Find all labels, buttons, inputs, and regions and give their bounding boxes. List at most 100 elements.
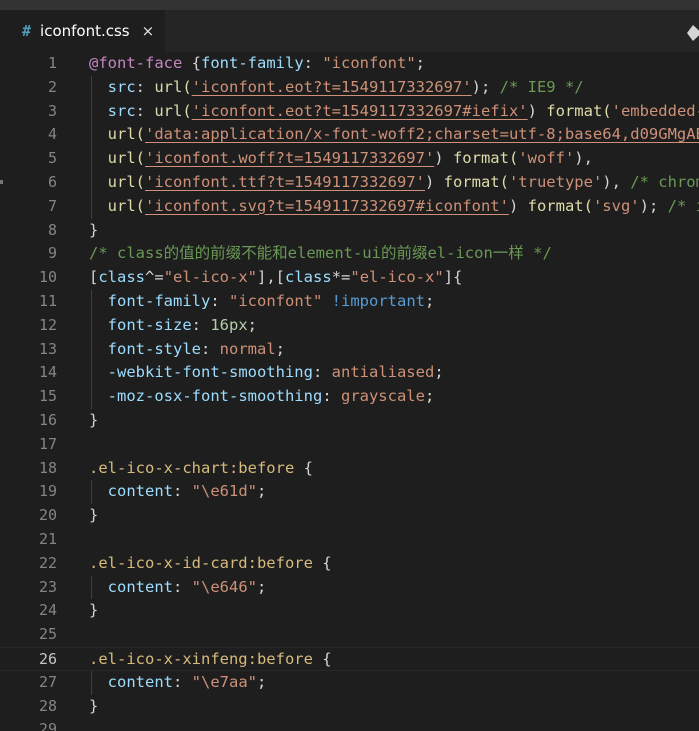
code-line[interactable]: 26 .el-ico-x-xinfeng:before { bbox=[0, 647, 699, 671]
code-line[interactable]: 28} bbox=[0, 695, 699, 719]
token: font-family bbox=[201, 54, 304, 72]
token: grayscale bbox=[340, 387, 425, 406]
code-line[interactable]: 27 content: "\e7aa"; bbox=[0, 671, 699, 695]
line-number: 22 bbox=[38, 553, 57, 572]
token: "el-ico-x" bbox=[350, 268, 444, 287]
token: } bbox=[89, 411, 99, 429]
token: url( bbox=[154, 101, 192, 120]
code-text: } bbox=[89, 504, 98, 528]
tab-strip: # iconfont.css × bbox=[0, 10, 699, 52]
line-number: 2 bbox=[47, 77, 57, 96]
code-line[interactable]: 25 bbox=[0, 623, 699, 647]
token: .el-ico-x-xinfeng:before bbox=[89, 650, 313, 668]
line-number: 4 bbox=[47, 125, 57, 144]
token: antialiased bbox=[331, 363, 435, 382]
code-line[interactable]: 11 font-family: "iconfont" !important; bbox=[0, 290, 699, 314]
token: ) bbox=[527, 101, 547, 120]
token: : bbox=[312, 363, 332, 382]
code-line[interactable]: 4 url('data:application/x-font-woff2;cha… bbox=[0, 123, 699, 147]
token: ; bbox=[257, 672, 267, 691]
token: -moz-osx-font-smoothing bbox=[107, 387, 323, 406]
code-editor[interactable]: 1 @font-face {font-family: "iconfont"; 2 s… bbox=[0, 52, 699, 731]
code-text: -webkit-font-smoothing: antialiased; bbox=[89, 361, 444, 385]
code-line[interactable]: 6 url('iconfont.ttf?t=1549117332697') fo… bbox=[0, 171, 699, 195]
token: ); bbox=[471, 77, 491, 96]
line-number: 11 bbox=[38, 292, 57, 310]
token: ; bbox=[434, 363, 444, 382]
token: /* IE9 */ bbox=[490, 77, 584, 96]
token[interactable]: 'iconfont.woff?t=1549117332697' bbox=[145, 149, 434, 167]
code-text: } bbox=[89, 219, 98, 243]
token: content bbox=[107, 482, 173, 501]
token: font-family bbox=[107, 292, 211, 310]
token: .el-ico-x-chart:before bbox=[89, 458, 295, 477]
code-line[interactable]: 22 .el-ico-x-id-card:before { bbox=[0, 552, 699, 576]
code-text: } bbox=[89, 409, 98, 433]
token: "el-ico-x" bbox=[163, 268, 258, 287]
split-editor-icon[interactable] bbox=[687, 25, 699, 41]
title-bar bbox=[0, 0, 699, 10]
code-line[interactable]: 29 bbox=[0, 718, 699, 731]
code-line[interactable]: 7 url('iconfont.svg?t=1549117332697#icon… bbox=[0, 195, 699, 219]
code-text: url('iconfont.ttf?t=1549117332697') form… bbox=[89, 171, 699, 195]
line-number: 23 bbox=[38, 577, 57, 596]
code-line[interactable]: 1 @font-face {font-family: "iconfont"; bbox=[0, 52, 699, 76]
token: class bbox=[98, 268, 146, 287]
line-number: 5 bbox=[47, 149, 57, 168]
token: ; bbox=[424, 387, 435, 406]
token[interactable]: 'iconfont.eot?t=1549117332697' bbox=[192, 78, 472, 96]
code-line[interactable]: 9 /* class的值的前缀不能和element-ui的前缀el-icon一样 … bbox=[0, 242, 699, 266]
token: format( bbox=[546, 101, 612, 120]
line-number: 3 bbox=[47, 101, 57, 120]
code-text: @font-face {font-family: "iconfont"; bbox=[89, 52, 425, 76]
token: ^= bbox=[145, 268, 164, 287]
code-line[interactable]: 17 bbox=[0, 433, 699, 457]
token: format( bbox=[452, 149, 519, 168]
code-line[interactable]: 10 [class^="el-ico-x"],[class*="el-ico-x"… bbox=[0, 266, 699, 290]
token: 'truetype' bbox=[508, 173, 603, 191]
token: url( bbox=[107, 173, 145, 191]
code-line[interactable]: 13 font-style: normal; bbox=[0, 338, 699, 362]
indent-guide bbox=[91, 290, 92, 409]
token: .el-ico-x-id-card:before bbox=[89, 553, 313, 572]
code-text: src: url('iconfont.eot?t=1549117332697')… bbox=[89, 76, 584, 100]
code-line[interactable]: 3 src: url('iconfont.eot?t=1549117332697… bbox=[0, 100, 699, 124]
line-number: 20 bbox=[38, 506, 57, 525]
code-line[interactable]: 23 content: "\e646"; bbox=[0, 576, 699, 600]
token[interactable]: 'data:application/x-font-woff2;charset=u… bbox=[145, 125, 699, 143]
line-number: 9 bbox=[47, 244, 57, 263]
code-text: font-size: 16px; bbox=[89, 314, 257, 338]
code-line[interactable]: 8} bbox=[0, 219, 699, 243]
code-line[interactable]: 21 bbox=[0, 528, 699, 552]
token: url( bbox=[107, 125, 145, 144]
token: !important bbox=[331, 292, 425, 310]
code-line[interactable]: 24} bbox=[0, 599, 699, 623]
token: *= bbox=[331, 268, 351, 287]
token[interactable]: 'iconfont.eot?t=1549117332697#iefix' bbox=[192, 102, 528, 120]
indent-guide bbox=[91, 75, 92, 219]
token[interactable]: 'iconfont.svg?t=1549117332697#iconfont' bbox=[145, 197, 509, 215]
token: ; bbox=[257, 482, 267, 501]
line-number: 28 bbox=[38, 696, 57, 715]
code-line[interactable]: 12 font-size: 16px; bbox=[0, 314, 699, 338]
code-line[interactable]: 5 url('iconfont.woff?t=1549117332697') f… bbox=[0, 147, 699, 171]
token: content bbox=[107, 672, 173, 691]
tab-iconfont-css[interactable]: # iconfont.css × bbox=[0, 10, 165, 52]
token: : bbox=[191, 315, 211, 334]
code-text: font-family: "iconfont" !important; bbox=[89, 290, 435, 314]
token: 'embedded-opentype' bbox=[611, 101, 699, 120]
token: "iconfont" bbox=[229, 292, 323, 310]
code-line[interactable]: 2 src: url('iconfont.eot?t=1549117332697… bbox=[0, 76, 699, 100]
code-line[interactable]: 14 -webkit-font-smoothing: antialiased; bbox=[0, 361, 699, 385]
token: url( bbox=[107, 196, 145, 215]
code-line[interactable]: 20} bbox=[0, 504, 699, 528]
token[interactable]: 'iconfont.ttf?t=1549117332697' bbox=[145, 173, 425, 191]
code-line[interactable]: 16} bbox=[0, 409, 699, 433]
line-number: 29 bbox=[38, 720, 57, 731]
code-line[interactable]: 19 content: "\e61d"; bbox=[0, 480, 699, 504]
token: ), bbox=[574, 149, 593, 168]
code-text: .el-ico-x-xinfeng:before { bbox=[89, 648, 332, 672]
code-line[interactable]: 15 -moz-osx-font-smoothing: grayscale; bbox=[0, 385, 699, 409]
code-line[interactable]: 18 .el-ico-x-chart:before { bbox=[0, 457, 699, 481]
close-icon[interactable]: × bbox=[142, 22, 155, 40]
